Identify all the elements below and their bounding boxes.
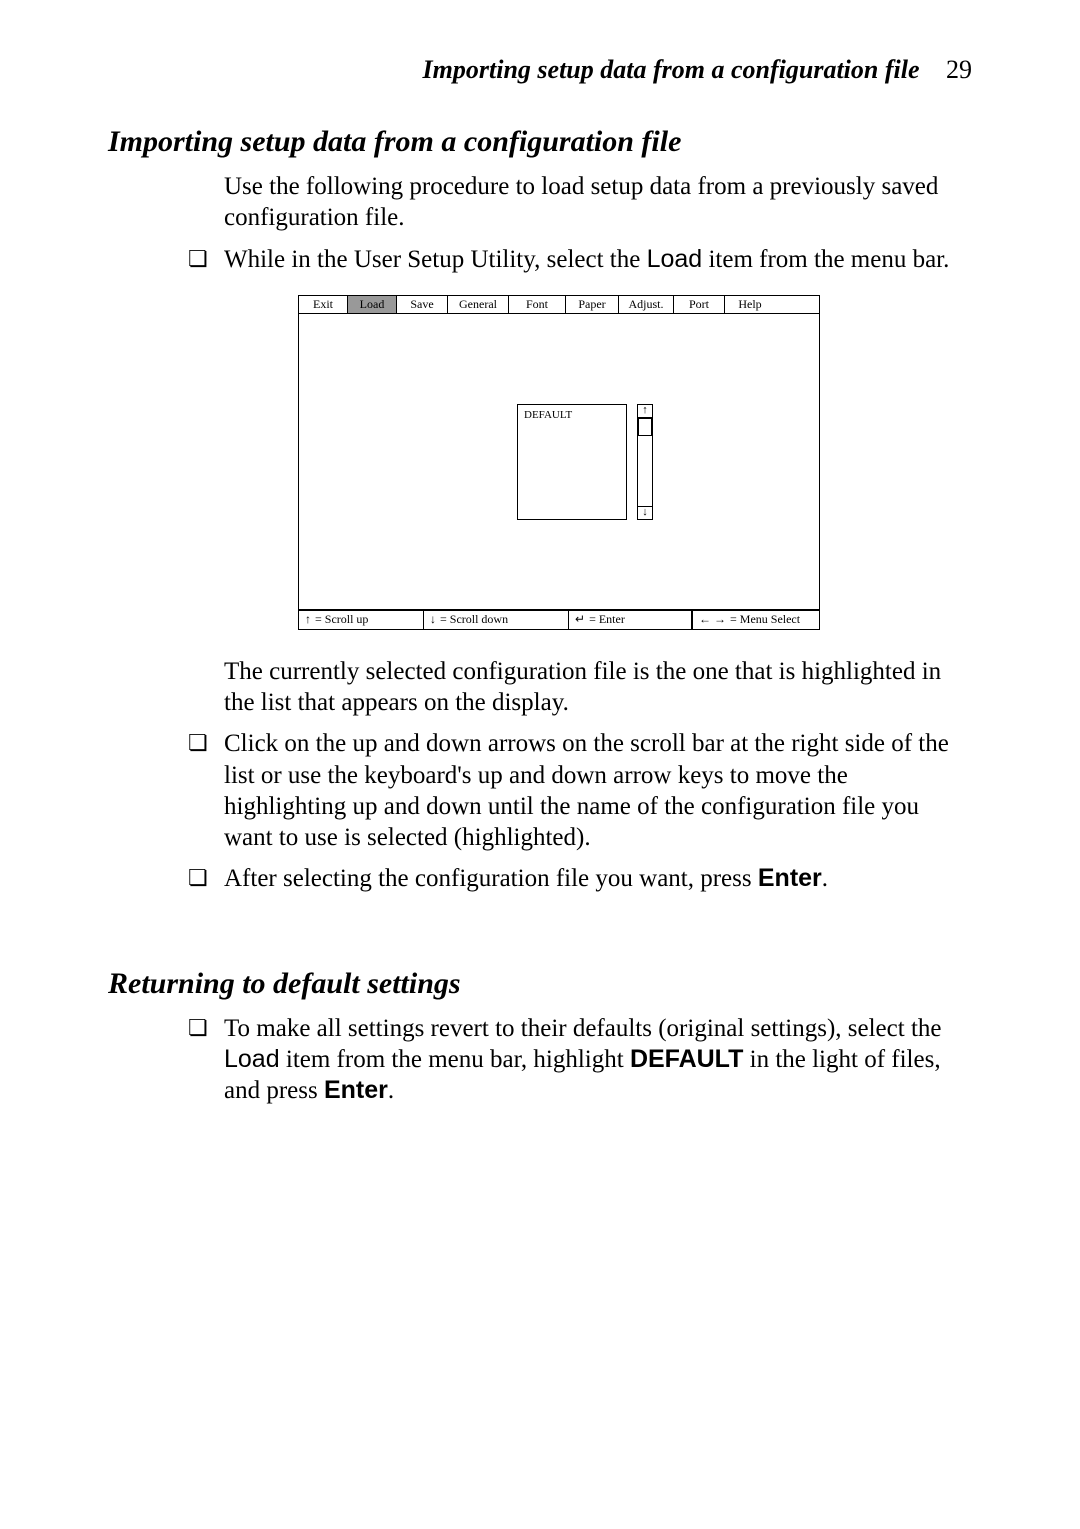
step-3: After selecting the configuration file y… (188, 863, 972, 894)
enter-key-icon: ↵ (575, 612, 585, 627)
step-1-post: item from the menu bar. (702, 246, 949, 273)
step-default-d: . (388, 1077, 394, 1104)
figure: Exit Load Save General Font Paper Adjust… (298, 295, 820, 630)
status-scroll-down: ↓ = Scroll down (424, 611, 569, 629)
after-figure-text: The currently selected configuration fil… (224, 656, 972, 719)
running-head: Importing setup data from a configuratio… (108, 55, 972, 85)
status-menu-select: ← → = Menu Select (693, 611, 845, 629)
section-body: Use the following procedure to load setu… (224, 171, 972, 234)
status-scroll-up: ↑ = Scroll up (299, 611, 424, 629)
step-1: While in the User Setup Utility, select … (188, 244, 972, 275)
step-1-load: Load (647, 245, 703, 273)
arrow-down-icon: ↓ (430, 612, 436, 627)
listbox-option-default[interactable]: DEFAULT (518, 405, 626, 425)
menu-paper[interactable]: Paper (566, 296, 619, 313)
arrow-up-icon: ↑ (305, 612, 311, 627)
scroll-thumb[interactable] (638, 418, 652, 436)
step-default-load: Load (224, 1045, 280, 1073)
menu-exit[interactable]: Exit (299, 296, 348, 313)
step-3-enter: Enter (758, 864, 822, 892)
running-head-page: 29 (946, 55, 972, 84)
menu-load[interactable]: Load (348, 296, 397, 313)
steps-list-2: Click on the up and down arrows on the s… (188, 728, 972, 894)
status-enter-text: = Enter (589, 612, 625, 627)
page: Importing setup data from a configuratio… (0, 0, 1080, 1529)
status-scroll-up-text: = Scroll up (315, 612, 368, 627)
step-default-enter: Enter (324, 1076, 388, 1104)
figure-app-window: Exit Load Save General Font Paper Adjust… (298, 295, 820, 630)
step-2: Click on the up and down arrows on the s… (188, 728, 972, 853)
config-file-listbox[interactable]: DEFAULT (517, 404, 627, 520)
scroll-up-button[interactable]: ↑ (637, 404, 653, 418)
step-1-pre: While in the User Setup Utility, select … (224, 246, 647, 273)
intro-text: Use the following procedure to load setu… (224, 171, 972, 234)
arrow-up-icon: ↑ (642, 405, 648, 416)
section-title-importing: Importing setup data from a configuratio… (108, 125, 972, 159)
step-default: To make all settings revert to their def… (188, 1013, 972, 1107)
left-right-arrows-icon: ← → (699, 612, 726, 627)
step-default-b: item from the menu bar, highlight (280, 1046, 630, 1073)
menu-port[interactable]: Port (674, 296, 725, 313)
section-title-returning: Returning to default settings (108, 967, 972, 1001)
arrow-down-icon: ↓ (642, 507, 648, 518)
step-3-pre: After selecting the configuration file y… (224, 865, 758, 892)
status-enter: ↵ = Enter (569, 611, 692, 629)
after-figure-body: The currently selected configuration fil… (224, 656, 972, 719)
step-default-a: To make all settings revert to their def… (224, 1015, 941, 1042)
step-3-post: . (822, 865, 828, 892)
menu-font[interactable]: Font (509, 296, 566, 313)
menu-adjust[interactable]: Adjust. (619, 296, 674, 313)
status-scroll-down-text: = Scroll down (440, 612, 508, 627)
steps-list-1: While in the User Setup Utility, select … (188, 244, 972, 275)
scroll-track[interactable] (637, 418, 653, 506)
status-menu-select-text: = Menu Select (730, 612, 800, 627)
menu-help[interactable]: Help (725, 296, 775, 313)
menu-save[interactable]: Save (397, 296, 448, 313)
scroll-down-button[interactable]: ↓ (637, 506, 653, 520)
steps-list-3: To make all settings revert to their def… (188, 1013, 972, 1107)
figure-canvas: DEFAULT ↑ ↓ (298, 314, 820, 610)
statusbar: ↑ = Scroll up ↓ = Scroll down ↵ = Enter … (298, 610, 820, 630)
step-default-default: DEFAULT (630, 1045, 743, 1073)
menu-general[interactable]: General (448, 296, 509, 313)
menubar: Exit Load Save General Font Paper Adjust… (298, 295, 820, 314)
running-head-title: Importing setup data from a configuratio… (423, 55, 920, 84)
listbox-scrollbar[interactable]: ↑ ↓ (637, 404, 653, 520)
